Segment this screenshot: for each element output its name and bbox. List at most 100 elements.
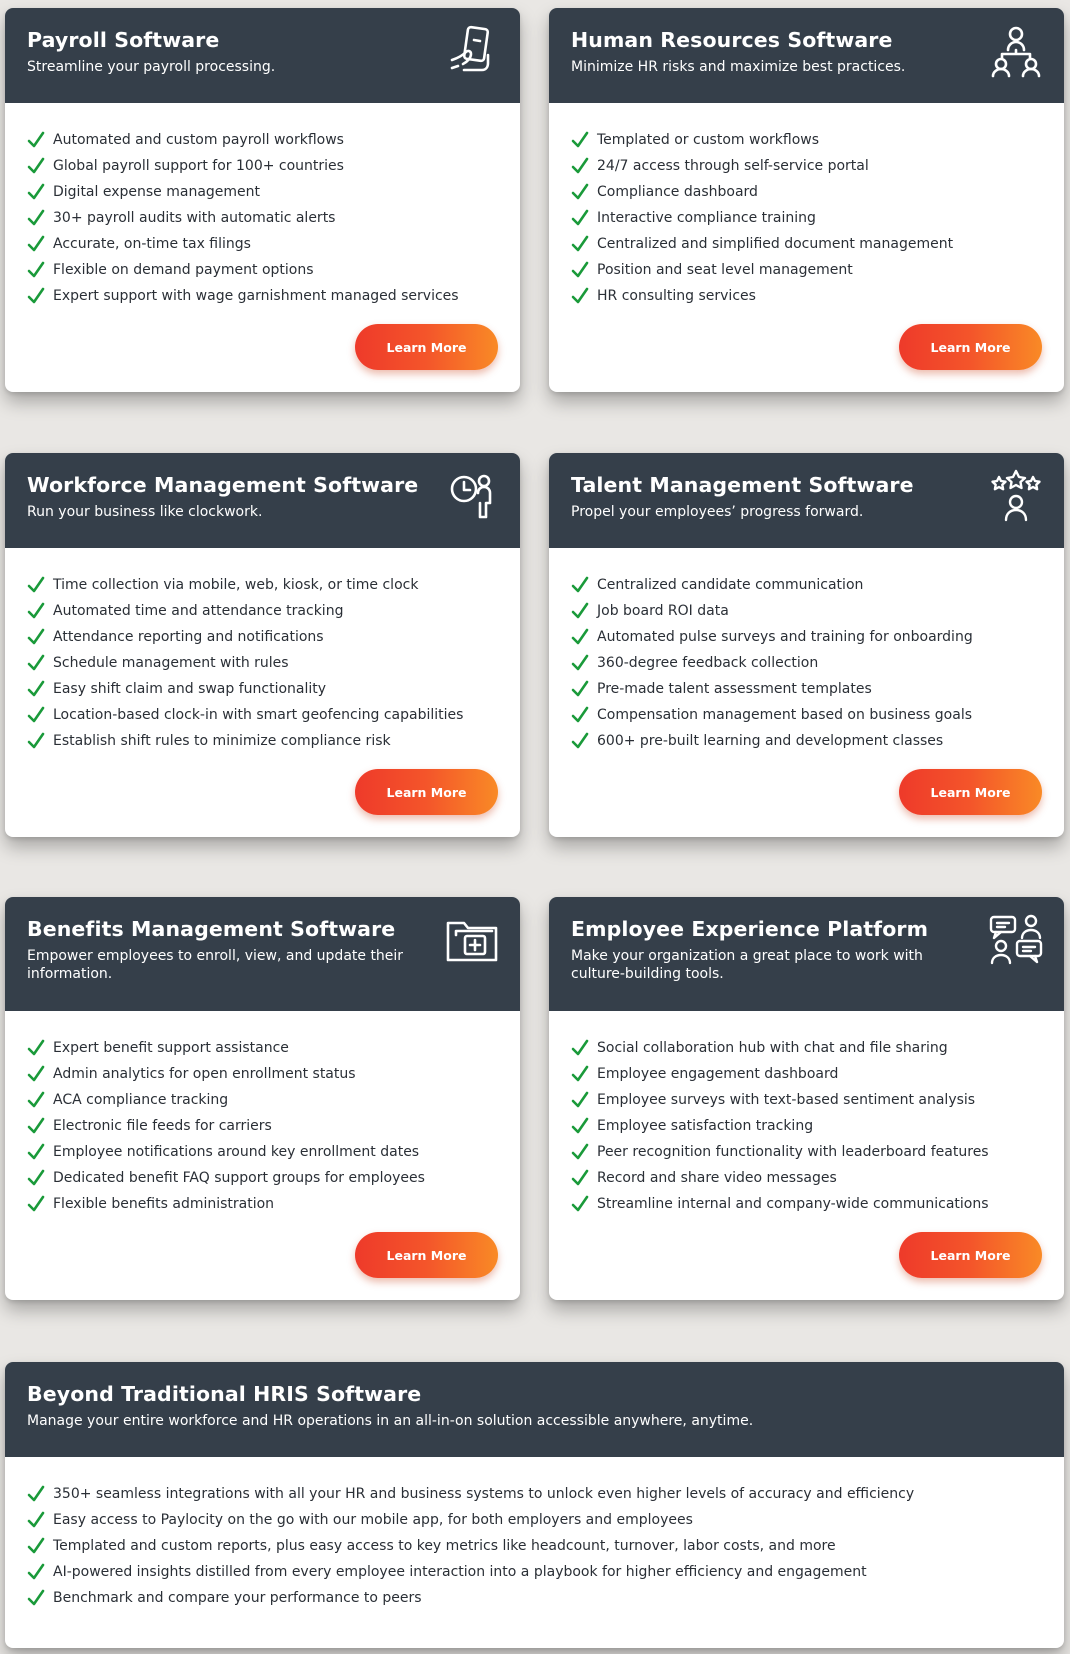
feature-list: Social collaboration hub with chat and f…	[571, 1035, 1042, 1217]
list-item-text: Streamline internal and company-wide com…	[597, 1196, 989, 1212]
check-icon	[27, 628, 45, 645]
list-item: Admin analytics for open enrollment stat…	[27, 1061, 498, 1087]
check-icon	[571, 602, 589, 619]
list-item-text: Peer recognition functionality with lead…	[597, 1144, 989, 1160]
check-icon	[27, 131, 45, 148]
learn-more-button[interactable]: Learn More	[355, 1232, 498, 1278]
list-item: Schedule management with rules	[27, 650, 498, 676]
list-item: 600+ pre-built learning and development …	[571, 728, 1042, 754]
check-icon	[571, 1065, 589, 1082]
list-item-text: 30+ payroll audits with automatic alerts	[53, 210, 336, 226]
card-header: Benefits Management Software Empower emp…	[5, 897, 520, 1011]
list-item-text: Employee notifications around key enroll…	[53, 1144, 420, 1160]
list-item-text: Electronic file feeds for carriers	[53, 1118, 272, 1134]
list-item-text: Accurate, on-time tax filings	[53, 236, 251, 252]
check-icon	[27, 1091, 45, 1108]
list-item-text: Schedule management with rules	[53, 655, 289, 671]
learn-more-button[interactable]: Learn More	[899, 769, 1042, 815]
list-item: Social collaboration hub with chat and f…	[571, 1035, 1042, 1061]
list-item: Templated and custom reports, plus easy …	[27, 1533, 1042, 1559]
check-icon	[571, 1039, 589, 1056]
card-body: Expert benefit support assistance Admin …	[5, 1011, 520, 1217]
list-item: Centralized and simplified document mana…	[571, 231, 1042, 257]
check-icon	[571, 235, 589, 252]
list-item: Position and seat level management	[571, 257, 1042, 283]
feature-list: 350+ seamless integrations with all your…	[27, 1481, 1042, 1611]
card-title: Employee Experience Platform	[571, 917, 929, 941]
list-item-text: Global payroll support for 100+ countrie…	[53, 158, 344, 174]
check-icon	[27, 576, 45, 593]
check-icon	[27, 1537, 45, 1554]
card-body: Time collection via mobile, web, kiosk, …	[5, 548, 520, 754]
list-item: Accurate, on-time tax filings	[27, 231, 498, 257]
check-icon	[571, 287, 589, 304]
check-icon	[571, 1117, 589, 1134]
list-item: Time collection via mobile, web, kiosk, …	[27, 572, 498, 598]
check-icon	[27, 732, 45, 749]
list-item-text: Compensation management based on busines…	[597, 707, 973, 723]
clock-person-icon	[450, 474, 492, 519]
check-icon	[571, 183, 589, 200]
list-item-text: Record and share video messages	[597, 1170, 837, 1186]
check-icon	[571, 1195, 589, 1212]
list-item-text: 350+ seamless integrations with all your…	[53, 1486, 915, 1502]
list-item-text: Employee satisfaction tracking	[597, 1118, 814, 1134]
list-item-text: Easy shift claim and swap functionality	[53, 681, 327, 697]
list-item-text: Templated and custom reports, plus easy …	[53, 1538, 836, 1554]
check-icon	[571, 131, 589, 148]
list-item-text: Digital expense management	[53, 184, 261, 200]
list-item: Peer recognition functionality with lead…	[571, 1139, 1042, 1165]
stars-person-icon	[991, 469, 1041, 522]
card-header: Payroll Software Streamline your payroll…	[5, 8, 520, 103]
learn-more-button[interactable]: Learn More	[899, 1232, 1042, 1278]
check-icon	[27, 287, 45, 304]
check-icon	[27, 1117, 45, 1134]
list-item: ACA compliance tracking	[27, 1087, 498, 1113]
check-icon	[27, 183, 45, 200]
list-item: AI-powered insights distilled from every…	[27, 1559, 1042, 1585]
list-item-text: Establish shift rules to minimize compli…	[53, 733, 391, 749]
card-subtitle: Empower employees to enroll, view, and u…	[27, 947, 404, 983]
list-item-text: Location-based clock-in with smart geofe…	[53, 707, 464, 723]
medical-folder-icon	[446, 921, 498, 962]
list-item-text: Social collaboration hub with chat and f…	[597, 1040, 948, 1056]
list-item-text: Interactive compliance training	[597, 210, 816, 226]
check-icon	[27, 1039, 45, 1056]
list-item: Centralized candidate communication	[571, 572, 1042, 598]
list-item-text: Automated and custom payroll workflows	[53, 132, 344, 148]
list-item: Global payroll support for 100+ countrie…	[27, 153, 498, 179]
list-item-text: Benchmark and compare your performance t…	[53, 1590, 422, 1606]
check-icon	[571, 209, 589, 226]
check-icon	[27, 1563, 45, 1580]
check-icon	[27, 1143, 45, 1160]
check-icon	[27, 157, 45, 174]
check-icon	[571, 706, 589, 723]
card-header: Beyond Traditional HRIS Software Manage …	[5, 1362, 1064, 1457]
card-beyond-hris: Beyond Traditional HRIS Software Manage …	[5, 1362, 1064, 1648]
list-item: Benchmark and compare your performance t…	[27, 1585, 1042, 1611]
list-item-text: Centralized candidate communication	[597, 577, 864, 593]
list-item-text: HR consulting services	[597, 288, 756, 304]
card-title: Payroll Software	[27, 28, 220, 52]
check-icon	[571, 1169, 589, 1186]
learn-more-button[interactable]: Learn More	[355, 324, 498, 370]
check-icon	[27, 1065, 45, 1082]
list-item-text: Time collection via mobile, web, kiosk, …	[53, 577, 419, 593]
list-item: Employee notifications around key enroll…	[27, 1139, 498, 1165]
chat-people-icon	[989, 914, 1043, 965]
list-item: Compliance dashboard	[571, 179, 1042, 205]
list-item-text: ACA compliance tracking	[53, 1092, 229, 1108]
list-item: Automated pulse surveys and training for…	[571, 624, 1042, 650]
learn-more-button[interactable]: Learn More	[899, 324, 1042, 370]
list-item: Record and share video messages	[571, 1165, 1042, 1191]
list-item-text: Job board ROI data	[597, 603, 729, 619]
check-icon	[571, 576, 589, 593]
list-item: Employee engagement dashboard	[571, 1061, 1042, 1087]
list-item: Job board ROI data	[571, 598, 1042, 624]
card-title: Talent Management Software	[571, 473, 914, 497]
list-item: Compensation management based on busines…	[571, 702, 1042, 728]
list-item-text: Automated time and attendance tracking	[53, 603, 344, 619]
learn-more-button[interactable]: Learn More	[355, 769, 498, 815]
list-item: 24/7 access through self-service portal	[571, 153, 1042, 179]
list-item: Easy access to Paylocity on the go with …	[27, 1507, 1042, 1533]
